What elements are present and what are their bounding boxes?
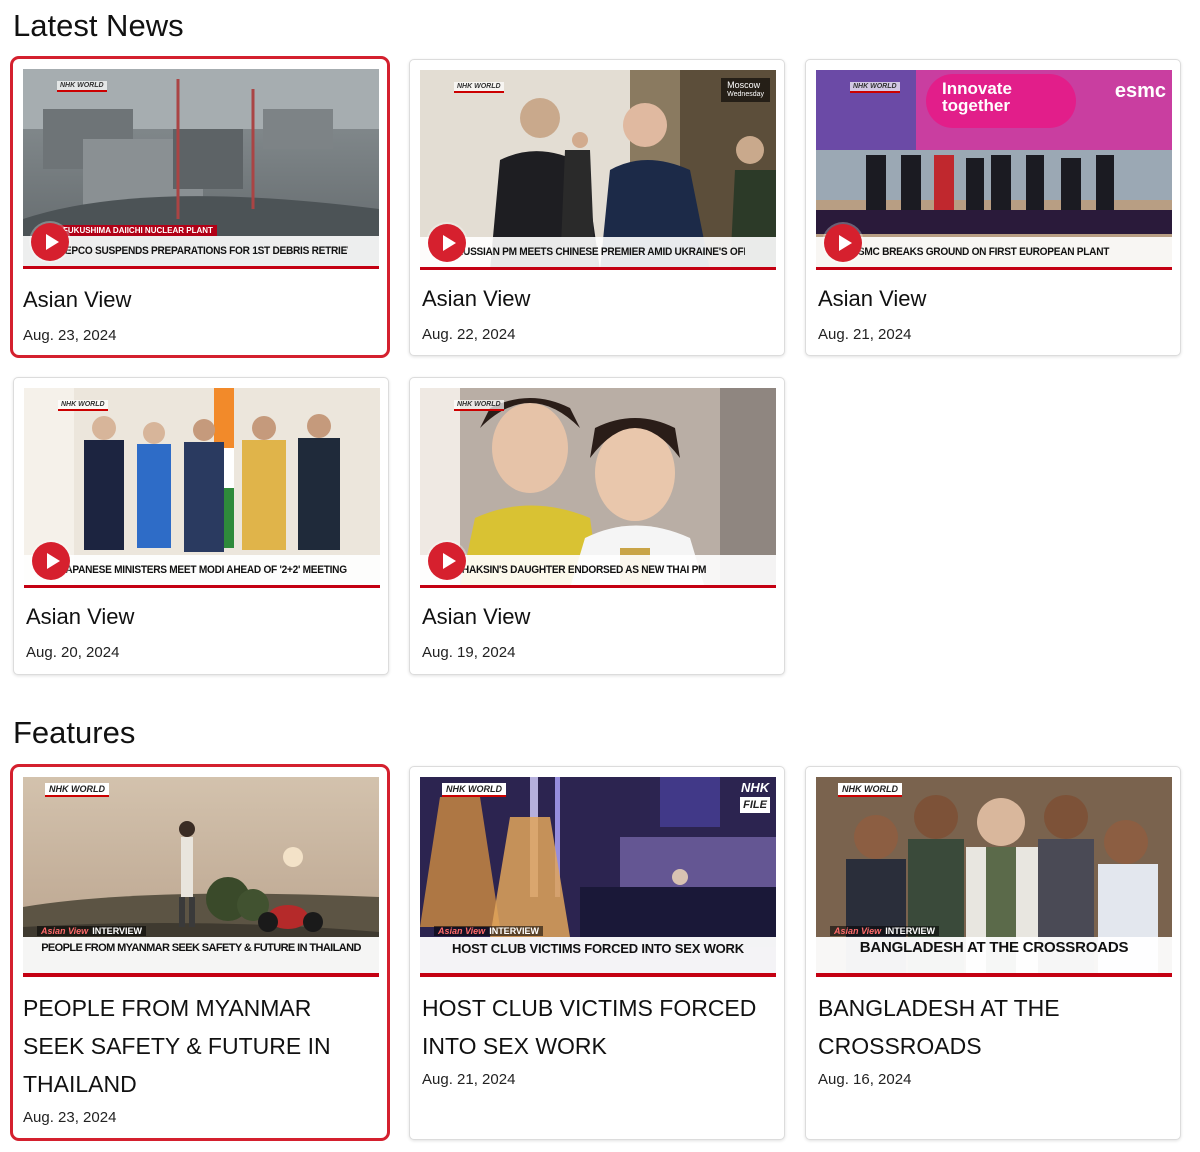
video-caption: TEPCO SUSPENDS PREPARATIONS FOR 1ST DEBR…	[59, 245, 348, 257]
nhk-file-badge: NHK FILE	[740, 781, 770, 813]
video-thumbnail[interactable]: NHK WORLD JAPANESE MINISTERS MEET MODI A…	[24, 388, 380, 588]
card-date: Aug. 19, 2024	[422, 644, 516, 661]
card-title[interactable]: Asian View	[818, 286, 926, 312]
video-thumbnail[interactable]: Innovate together esmc NHK WORLD TSMC BR…	[816, 70, 1172, 270]
video-thumbnail[interactable]: NHK WORLD Asian View INTERVIEW BANGLADESH…	[816, 777, 1172, 977]
badge-main: NHK	[740, 780, 770, 795]
video-thumbnail[interactable]: NHK WORLD NHK FILE Asian View INTERVIEW HO…	[420, 777, 776, 977]
video-caption: JAPANESE MINISTERS MEET MODI AHEAD OF '2…	[60, 564, 347, 576]
play-icon[interactable]	[32, 542, 70, 580]
card-date: Aug. 23, 2024	[23, 327, 117, 344]
play-icon[interactable]	[428, 542, 466, 580]
nhk-world-logo: NHK WORLD	[442, 783, 506, 797]
news-card[interactable]: NHK WORLD TEPCO SUSPENDS PREPARATIONS FO…	[10, 56, 390, 358]
news-card[interactable]: NHK WORLD THAKSIN'S DAUGHTER ENDORSED AS…	[409, 377, 785, 675]
video-thumbnail[interactable]: NHK WORLD Moscow Wednesday RUSSIAN PM ME…	[420, 70, 776, 270]
card-title[interactable]: BANGLADESH AT THE CROSSROADS	[818, 989, 1168, 1065]
play-icon[interactable]	[824, 224, 862, 262]
nhk-world-logo: NHK WORLD	[850, 82, 900, 93]
interview-label: INTERVIEW	[885, 926, 936, 936]
video-caption: PEOPLE FROM MYANMAR SEEK SAFETY & FUTURE…	[41, 942, 361, 954]
card-title[interactable]: Asian View	[422, 604, 530, 630]
day-label: Wednesday	[727, 91, 764, 98]
asian-view-logo: Asian View	[438, 926, 486, 936]
play-icon[interactable]	[428, 224, 466, 262]
video-caption: RUSSIAN PM MEETS CHINESE PREMIER AMID UK…	[456, 246, 745, 258]
play-icon[interactable]	[31, 223, 69, 261]
esmc-logo: esmc	[1114, 80, 1166, 102]
feature-card[interactable]: NHK WORLD NHK FILE Asian View INTERVIEW HO…	[409, 766, 785, 1140]
interview-label: INTERVIEW	[489, 926, 540, 936]
card-title[interactable]: PEOPLE FROM MYANMAR SEEK SAFETY & FUTURE…	[23, 989, 373, 1103]
caption-band: JAPANESE MINISTERS MEET MODI AHEAD OF '2…	[24, 555, 380, 588]
features-heading: Features	[13, 715, 136, 750]
caption-band: TSMC BREAKS GROUND ON FIRST EUROPEAN PLA…	[816, 237, 1172, 270]
card-title[interactable]: Asian View	[26, 604, 134, 630]
card-date: Aug. 21, 2024	[818, 326, 912, 343]
video-thumbnail[interactable]: NHK WORLD Asian View INTERVIEW PEOPLE FRO…	[23, 777, 379, 977]
card-title[interactable]: HOST CLUB VICTIMS FORCED INTO SEX WORK	[422, 989, 772, 1065]
caption-band: Asian View INTERVIEW HOST CLUB VICTIMS FO…	[420, 926, 776, 977]
caption-band: TEPCO SUSPENDS PREPARATIONS FOR 1ST DEBR…	[23, 236, 379, 269]
nhk-world-logo: NHK WORLD	[454, 400, 504, 411]
banner-text: Innovate together	[942, 79, 1012, 115]
card-date: Aug. 16, 2024	[818, 1071, 912, 1088]
news-card[interactable]: Innovate together esmc NHK WORLD TSMC BR…	[805, 59, 1181, 356]
caption-band: Asian View INTERVIEW PEOPLE FROM MYANMAR …	[23, 926, 379, 977]
location-label: Moscow	[727, 80, 761, 90]
news-card[interactable]: NHK WORLD JAPANESE MINISTERS MEET MODI A…	[13, 377, 389, 675]
video-caption: THAKSIN'S DAUGHTER ENDORSED AS NEW THAI …	[456, 564, 707, 576]
card-date: Aug. 21, 2024	[422, 1071, 516, 1088]
video-thumbnail[interactable]: NHK WORLD THAKSIN'S DAUGHTER ENDORSED AS…	[420, 388, 776, 588]
video-caption: BANGLADESH AT THE CROSSROADS	[859, 939, 1129, 956]
latest-news-heading: Latest News	[13, 8, 184, 43]
interview-tag: Asian View INTERVIEW	[37, 926, 147, 936]
card-title[interactable]: Asian View	[23, 287, 131, 313]
card-date: Aug. 23, 2024	[23, 1109, 117, 1126]
event-banner: Innovate together	[926, 74, 1076, 128]
nhk-world-logo: NHK WORLD	[454, 82, 504, 93]
card-date: Aug. 22, 2024	[422, 326, 516, 343]
interview-tag: Asian View INTERVIEW	[830, 926, 940, 936]
video-thumbnail[interactable]: NHK WORLD TEPCO SUSPENDS PREPARATIONS FO…	[23, 69, 379, 269]
card-title[interactable]: Asian View	[422, 286, 530, 312]
asian-view-logo: Asian View	[41, 926, 89, 936]
asian-view-logo: Asian View	[834, 926, 882, 936]
location-tag: Moscow Wednesday	[721, 78, 770, 102]
caption-preheader: FUKUSHIMA DAIICHI NUCLEAR PLANT	[59, 225, 217, 236]
badge-sub: FILE	[740, 797, 770, 813]
video-caption: HOST CLUB VICTIMS FORCED INTO SEX WORK	[452, 941, 744, 956]
feature-card[interactable]: NHK WORLD Asian View INTERVIEW PEOPLE FRO…	[10, 764, 390, 1141]
feature-card[interactable]: NHK WORLD Asian View INTERVIEW BANGLADESH…	[805, 766, 1181, 1140]
nhk-world-logo: NHK WORLD	[45, 783, 109, 797]
nhk-world-logo: NHK WORLD	[58, 400, 108, 411]
video-caption: TSMC BREAKS GROUND ON FIRST EUROPEAN PLA…	[852, 246, 1110, 258]
interview-tag: Asian View INTERVIEW	[434, 926, 544, 936]
caption-band: THAKSIN'S DAUGHTER ENDORSED AS NEW THAI …	[420, 555, 776, 588]
interview-label: INTERVIEW	[92, 926, 143, 936]
nhk-world-logo: NHK WORLD	[838, 783, 902, 797]
card-date: Aug. 20, 2024	[26, 644, 120, 661]
nhk-world-logo: NHK WORLD	[57, 81, 107, 92]
caption-band: RUSSIAN PM MEETS CHINESE PREMIER AMID UK…	[420, 237, 776, 270]
caption-band: Asian View INTERVIEW BANGLADESH AT THE CR…	[816, 926, 1172, 977]
news-card[interactable]: NHK WORLD Moscow Wednesday RUSSIAN PM ME…	[409, 59, 785, 356]
